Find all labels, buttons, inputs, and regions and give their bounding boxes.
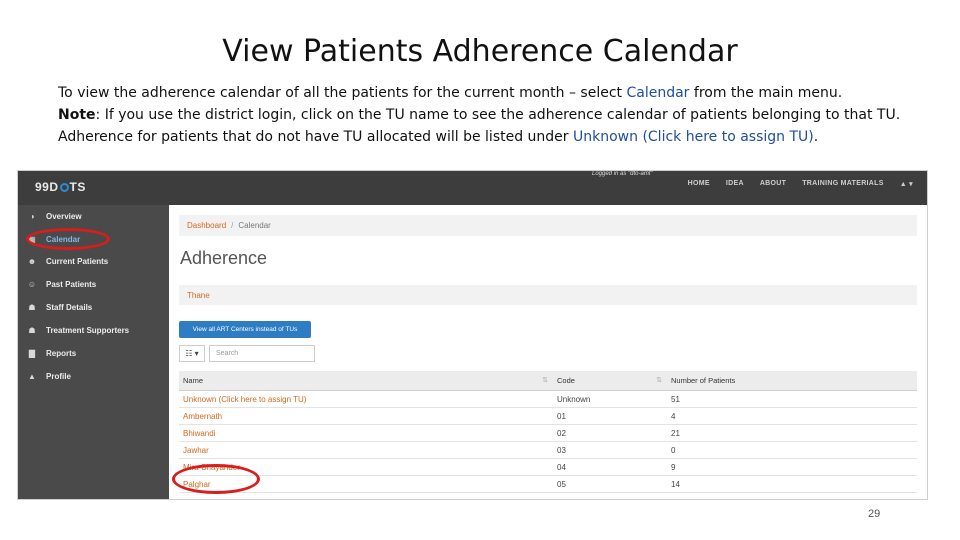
- tu-name-link[interactable]: Thane: [179, 285, 917, 305]
- breadcrumb-dashboard[interactable]: Dashboard: [187, 221, 226, 230]
- table-row: Bhiwandi 02 21: [179, 425, 917, 442]
- sidebar-item-overview[interactable]: ◑ Overview: [18, 207, 169, 225]
- user-times-icon: ☺: [27, 279, 37, 289]
- nav-user-menu[interactable]: ▲ ▾: [900, 180, 913, 188]
- sidebar-item-current-patients[interactable]: ☻ Current Patients: [18, 252, 169, 270]
- intro-calendar-word: Calendar: [626, 85, 690, 101]
- tu-name-cell[interactable]: Bhiwandi: [179, 429, 554, 438]
- table-row: Jawhar 03 0: [179, 442, 917, 459]
- intro-line1-end: from the main menu.: [689, 85, 843, 101]
- breadcrumb: Dashboard / Calendar: [179, 215, 917, 236]
- supporters-icon: ☗: [28, 325, 36, 335]
- app-screenshot: 99D TS Logged in as "dto-amt" HOME IDEA A…: [17, 170, 928, 500]
- sidebar-item-staff-details[interactable]: ☗ Staff Details: [18, 298, 169, 316]
- tu-name-cell[interactable]: Jawhar: [179, 446, 554, 455]
- nav-home[interactable]: HOME: [688, 180, 710, 188]
- sidebar: ◑ Overview ▦ Calendar ☻ Current Patients ☺ P…: [18, 205, 169, 499]
- nav-about[interactable]: ABOUT: [760, 180, 786, 188]
- view-art-centers-button[interactable]: View all ART Centers instead of TUs: [179, 321, 311, 338]
- top-navbar: 99D TS Logged in as "dto-amt" HOME IDEA A…: [18, 171, 927, 205]
- column-header-patients[interactable]: Number of Patients: [668, 376, 917, 385]
- logged-in-status: Logged in as "dto-amt": [592, 171, 653, 177]
- note-unknown-link: Unknown (Click here to assign TU): [573, 129, 814, 145]
- breadcrumb-separator: /: [231, 221, 234, 230]
- nav-training-materials[interactable]: TRAINING MATERIALS: [802, 180, 884, 188]
- chart-icon: ▇: [28, 348, 36, 358]
- dashboard-icon: ◑: [29, 211, 35, 221]
- sort-icon: ⇅: [542, 377, 548, 384]
- tu-code-cell: 02: [557, 428, 566, 438]
- patient-count-cell: 4: [671, 411, 676, 421]
- column-header-code[interactable]: Code ⇅: [554, 376, 668, 385]
- breadcrumb-current: Calendar: [238, 221, 271, 230]
- column-header-name[interactable]: Name ⇅: [179, 376, 554, 385]
- tu-code-cell: Unknown: [557, 394, 591, 404]
- highlight-circle-calendar: [26, 228, 110, 250]
- tu-code-cell: 05: [557, 479, 566, 489]
- tu-code-cell: 01: [557, 411, 566, 421]
- tu-code-cell: 04: [557, 462, 566, 472]
- page-number: 29: [868, 508, 881, 520]
- note-end: .: [813, 129, 819, 145]
- app-logo[interactable]: 99D TS: [35, 180, 86, 194]
- intro-text: To view the adherence calendar of all th…: [58, 82, 918, 148]
- intro-line1-start: To view the adherence calendar of all th…: [58, 85, 627, 101]
- table-row: Mira-Bhayander 04 9: [179, 459, 917, 476]
- tu-code-cell: 03: [557, 445, 566, 455]
- users-icon: ☻: [27, 256, 37, 266]
- highlight-circle-tu-row: [172, 464, 260, 494]
- patient-count-cell: 51: [671, 394, 680, 404]
- table-row: Ambernath 01 4: [179, 408, 917, 425]
- page-title: Adherence: [180, 248, 268, 268]
- patient-count-cell: 0: [671, 445, 676, 455]
- patient-count-cell: 14: [671, 479, 680, 489]
- table-header: Name ⇅ Code ⇅ Number of Patients: [179, 371, 917, 391]
- sidebar-item-past-patients[interactable]: ☺ Past Patients: [18, 275, 169, 293]
- logo-dot-icon: [59, 183, 69, 192]
- tu-name-cell[interactable]: Ambernath: [179, 412, 554, 421]
- sidebar-item-treatment-supporters[interactable]: ☗ Treatment Supporters: [18, 321, 169, 339]
- patient-count-cell: 21: [671, 428, 680, 438]
- slide-title: View Patients Adherence Calendar: [222, 34, 738, 69]
- search-input[interactable]: Search: [209, 345, 315, 362]
- main-nav: HOME IDEA ABOUT TRAINING MATERIALS ▲ ▾: [688, 180, 913, 188]
- sort-icon: ⇅: [656, 377, 662, 384]
- tu-table: Name ⇅ Code ⇅ Number of Patients Unknown (…: [179, 371, 917, 493]
- tu-name-cell[interactable]: Unknown (Click here to assign TU): [179, 395, 554, 404]
- table-row: Palghar 05 14: [179, 476, 917, 493]
- user-icon: ▲: [28, 371, 36, 381]
- sidebar-item-profile[interactable]: ▲ Profile: [18, 367, 169, 385]
- nav-idea[interactable]: IDEA: [726, 180, 744, 188]
- staff-icon: ☗: [28, 302, 36, 312]
- sidebar-item-reports[interactable]: ▇ Reports: [18, 344, 169, 362]
- main-content: Dashboard / Calendar Adherence Thane Vie…: [169, 205, 927, 499]
- note-label: Note: [58, 107, 96, 123]
- patient-count-cell: 9: [671, 462, 676, 472]
- table-row: Unknown (Click here to assign TU) Unknow…: [179, 391, 917, 408]
- columns-toggle-button[interactable]: ☷ ▾: [179, 345, 205, 362]
